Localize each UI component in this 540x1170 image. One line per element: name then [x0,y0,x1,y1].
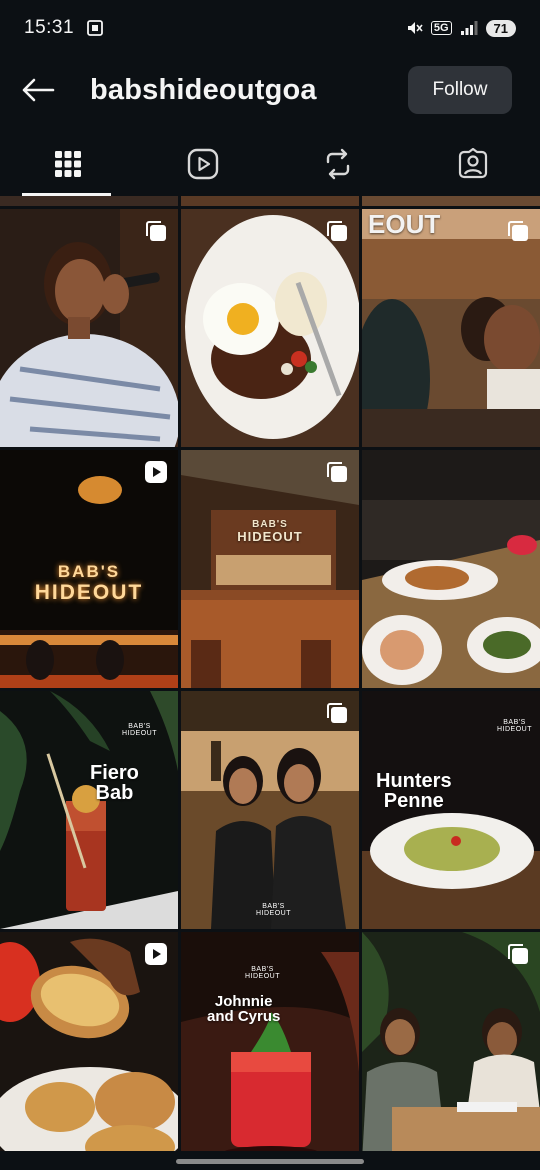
post-thumbnail[interactable] [0,932,178,1151]
carousel-icon [508,944,528,964]
brand-logo: BAB'S HIDEOUT [497,719,532,733]
grid-icon [54,151,81,177]
brand-logo: BAB'S HIDEOUT [256,903,291,917]
carousel-icon [327,703,347,723]
brand-logo: BAB'S HIDEOUT [245,966,280,980]
profile-tabs [0,132,540,196]
post-thumbnail[interactable] [0,209,178,447]
carousel-icon [508,221,528,241]
tab-posts[interactable] [0,132,135,196]
post-image-friends-bar [362,209,540,447]
post-thumbnail[interactable]: BAB'S HIDEOUT [181,691,359,929]
brand-logo: BAB'S HIDEOUT [122,723,157,737]
post-image-dishes [362,450,540,688]
post-thumbnail[interactable]: BAB'S HIDEOUT [181,450,359,688]
tab-reels[interactable] [135,132,270,196]
status-bar: 15:31 5G 71 [0,0,540,56]
reels-play-icon [187,148,218,180]
tab-reposts[interactable] [270,132,405,196]
post-image-two-women [181,691,359,929]
post-thumbnail-partial[interactable] [181,196,359,206]
network-label: 5G [430,21,452,35]
post-thumbnail[interactable] [362,932,540,1151]
carousel-icon [327,221,347,241]
carousel-icon [146,221,166,241]
post-thumbnail-partial[interactable] [0,196,178,206]
post-thumbnail[interactable]: EOUT [362,209,540,447]
battery-indicator: 71 [485,19,516,37]
follow-button[interactable]: Follow [408,66,512,114]
post-thumbnail-partial[interactable] [362,196,540,206]
post-thumbnail[interactable]: BAB'S HIDEOUT [0,450,178,688]
post-image-singer [0,209,178,447]
posts-grid: EOUT BAB'S HIDEOUT BAB'S HIDEOUT BAB'S H… [0,196,540,1151]
post-title: Johnnie and Cyrus [207,993,281,1025]
mute-icon [407,22,423,34]
bar-sign-line2: HIDEOUT [237,529,303,544]
post-thumbnail[interactable] [362,450,540,688]
post-image-egg-plate [181,209,359,447]
neon-sign-line1: BAB'S [57,562,121,581]
profile-username: babshideoutgoa [90,73,317,106]
wall-sign-text: EOUT [368,209,441,239]
screenshot-icon [87,20,103,36]
post-thumbnail[interactable]: BAB'S HIDEOUT Hunters Penne [362,691,540,929]
system-nav-bar [0,1151,540,1170]
neon-sign: BAB'S HIDEOUT [0,563,178,603]
arrow-left-icon [22,78,55,102]
status-time: 15:31 [24,17,75,38]
back-button[interactable] [18,70,58,110]
reel-icon [145,461,167,483]
profile-header: babshideoutgoa Follow [0,58,540,122]
reel-icon [145,943,167,965]
post-image-johnnie-cyrus [181,932,359,1151]
home-indicator[interactable] [176,1159,364,1164]
tab-tagged[interactable] [405,132,540,196]
post-thumbnail[interactable]: BAB'S HIDEOUT Fiero Bab [0,691,178,929]
post-title: Fiero Bab [90,762,139,804]
signal-icon [460,21,478,35]
tagged-person-icon [458,148,487,179]
post-thumbnail[interactable]: BAB'S HIDEOUT Johnnie and Cyrus [181,932,359,1151]
post-title: Hunters Penne [376,770,452,812]
post-thumbnail[interactable] [181,209,359,447]
post-image-bar-interior [181,450,359,688]
carousel-icon [327,462,347,482]
bar-sign: BAB'S HIDEOUT [181,520,359,544]
neon-sign-line2: HIDEOUT [34,581,144,604]
repost-icon [326,148,349,180]
